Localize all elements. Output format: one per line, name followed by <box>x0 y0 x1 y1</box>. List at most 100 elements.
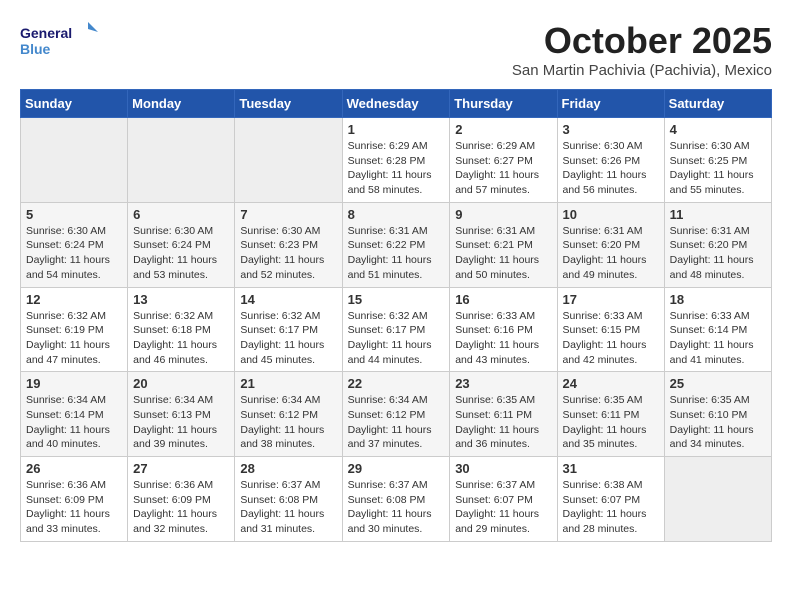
calendar-week-row: 26 Sunrise: 6:36 AM Sunset: 6:09 PM Dayli… <box>21 457 772 542</box>
day-number: 12 <box>26 292 122 307</box>
day-number: 17 <box>563 292 659 307</box>
day-number: 5 <box>26 207 122 222</box>
day-number: 21 <box>240 376 336 391</box>
day-number: 20 <box>133 376 229 391</box>
calendar-header-sunday: Sunday <box>21 90 128 118</box>
day-number: 28 <box>240 461 336 476</box>
calendar-cell: 9 Sunrise: 6:31 AM Sunset: 6:21 PM Daylig… <box>450 202 557 287</box>
day-info: Sunrise: 6:35 AM Sunset: 6:11 PM Dayligh… <box>563 393 659 452</box>
calendar-cell: 12 Sunrise: 6:32 AM Sunset: 6:19 PM Dayli… <box>21 287 128 372</box>
day-info: Sunrise: 6:32 AM Sunset: 6:19 PM Dayligh… <box>26 309 122 368</box>
calendar-header-monday: Monday <box>128 90 235 118</box>
calendar-cell: 31Sunrise: 6:38 AM Sunset: 6:07 PM Dayli… <box>557 457 664 542</box>
day-info: Sunrise: 6:35 AM Sunset: 6:10 PM Dayligh… <box>670 393 766 452</box>
day-number: 2 <box>455 122 551 137</box>
day-info: Sunrise: 6:36 AM Sunset: 6:09 PM Dayligh… <box>26 478 122 537</box>
day-info: Sunrise: 6:34 AM Sunset: 6:14 PM Dayligh… <box>26 393 122 452</box>
day-info: Sunrise: 6:37 AM Sunset: 6:08 PM Dayligh… <box>348 478 445 537</box>
calendar-cell: 18Sunrise: 6:33 AM Sunset: 6:14 PM Dayli… <box>664 287 771 372</box>
day-info: Sunrise: 6:32 AM Sunset: 6:18 PM Dayligh… <box>133 309 229 368</box>
day-number: 15 <box>348 292 445 307</box>
calendar-cell: 5Sunrise: 6:30 AM Sunset: 6:24 PM Daylig… <box>21 202 128 287</box>
day-number: 16 <box>455 292 551 307</box>
calendar-cell: 2 Sunrise: 6:29 AM Sunset: 6:27 PM Daylig… <box>450 118 557 203</box>
calendar-cell: 11 Sunrise: 6:31 AM Sunset: 6:20 PM Dayli… <box>664 202 771 287</box>
day-number: 13 <box>133 292 229 307</box>
calendar-week-row: 5 Sunrise: 6:30 AM Sunset: 6:24 PM Daylig… <box>21 202 772 287</box>
day-number: 26 <box>26 461 122 476</box>
day-info: Sunrise: 6:29 AM Sunset: 6:27 PM Dayligh… <box>455 139 551 198</box>
day-info: Sunrise: 6:31 AM Sunset: 6:20 PM Dayligh… <box>563 224 659 283</box>
day-number: 3 <box>563 122 659 137</box>
calendar-cell: 4 Sunrise: 6:30 AM Sunset: 6:25 PM Daylig… <box>664 118 771 203</box>
calendar-cell: 30 Sunrise: 6:37 AM Sunset: 6:07 PM Dayli… <box>450 457 557 542</box>
calendar-table: SundayMondayTuesdayWednesdayThursdayFrid… <box>20 89 772 542</box>
day-number: 6 <box>133 207 229 222</box>
location: San Martin Pachivia (Pachivia), Mexico <box>512 62 772 79</box>
calendar-cell: 29 Sunrise: 6:37 AM Sunset: 6:08 PM Dayli… <box>342 457 450 542</box>
calendar-week-row: 1Sunrise: 6:29 AM Sunset: 6:28 PM Daylig… <box>21 118 772 203</box>
day-number: 8 <box>348 207 445 222</box>
day-info: Sunrise: 6:35 AM Sunset: 6:11 PM Dayligh… <box>455 393 551 452</box>
day-info: Sunrise: 6:29 AM Sunset: 6:28 PM Dayligh… <box>348 139 445 198</box>
calendar-cell: 28 Sunrise: 6:37 AM Sunset: 6:08 PM Dayli… <box>235 457 342 542</box>
day-info: Sunrise: 6:30 AM Sunset: 6:25 PM Dayligh… <box>670 139 766 198</box>
day-info: Sunrise: 6:31 AM Sunset: 6:22 PM Dayligh… <box>348 224 445 283</box>
calendar-cell: 6 Sunrise: 6:30 AM Sunset: 6:24 PM Daylig… <box>128 202 235 287</box>
calendar-cell: 16 Sunrise: 6:33 AM Sunset: 6:16 PM Dayli… <box>450 287 557 372</box>
calendar-cell: 13 Sunrise: 6:32 AM Sunset: 6:18 PM Dayli… <box>128 287 235 372</box>
calendar-header-tuesday: Tuesday <box>235 90 342 118</box>
day-number: 14 <box>240 292 336 307</box>
calendar-cell <box>21 118 128 203</box>
calendar-cell: 8 Sunrise: 6:31 AM Sunset: 6:22 PM Daylig… <box>342 202 450 287</box>
calendar-week-row: 19 Sunrise: 6:34 AM Sunset: 6:14 PM Dayli… <box>21 372 772 457</box>
day-number: 30 <box>455 461 551 476</box>
calendar-cell: 10 Sunrise: 6:31 AM Sunset: 6:20 PM Dayli… <box>557 202 664 287</box>
calendar-cell <box>235 118 342 203</box>
day-number: 18 <box>670 292 766 307</box>
month-title: October 2025 <box>512 20 772 62</box>
day-number: 19 <box>26 376 122 391</box>
day-number: 27 <box>133 461 229 476</box>
calendar-cell: 26 Sunrise: 6:36 AM Sunset: 6:09 PM Dayli… <box>21 457 128 542</box>
calendar-header-wednesday: Wednesday <box>342 90 450 118</box>
calendar-header-saturday: Saturday <box>664 90 771 118</box>
day-number: 23 <box>455 376 551 391</box>
day-info: Sunrise: 6:30 AM Sunset: 6:26 PM Dayligh… <box>563 139 659 198</box>
calendar-cell: 19 Sunrise: 6:34 AM Sunset: 6:14 PM Dayli… <box>21 372 128 457</box>
day-info: Sunrise: 6:37 AM Sunset: 6:07 PM Dayligh… <box>455 478 551 537</box>
day-info: Sunrise: 6:34 AM Sunset: 6:12 PM Dayligh… <box>240 393 336 452</box>
day-number: 31 <box>563 461 659 476</box>
day-info: Sunrise: 6:33 AM Sunset: 6:16 PM Dayligh… <box>455 309 551 368</box>
calendar-cell: 3 Sunrise: 6:30 AM Sunset: 6:26 PM Daylig… <box>557 118 664 203</box>
day-info: Sunrise: 6:31 AM Sunset: 6:20 PM Dayligh… <box>670 224 766 283</box>
day-info: Sunrise: 6:32 AM Sunset: 6:17 PM Dayligh… <box>240 309 336 368</box>
calendar-cell: 15Sunrise: 6:32 AM Sunset: 6:17 PM Dayli… <box>342 287 450 372</box>
day-info: Sunrise: 6:30 AM Sunset: 6:24 PM Dayligh… <box>133 224 229 283</box>
day-number: 9 <box>455 207 551 222</box>
day-number: 29 <box>348 461 445 476</box>
calendar-cell: 14 Sunrise: 6:32 AM Sunset: 6:17 PM Dayli… <box>235 287 342 372</box>
calendar-header-friday: Friday <box>557 90 664 118</box>
day-number: 24 <box>563 376 659 391</box>
svg-text:Blue: Blue <box>20 41 51 57</box>
day-info: Sunrise: 6:37 AM Sunset: 6:08 PM Dayligh… <box>240 478 336 537</box>
logo: General Blue <box>20 20 100 60</box>
svg-text:General: General <box>20 25 72 41</box>
day-number: 10 <box>563 207 659 222</box>
calendar-cell: 25 Sunrise: 6:35 AM Sunset: 6:10 PM Dayli… <box>664 372 771 457</box>
day-info: Sunrise: 6:33 AM Sunset: 6:15 PM Dayligh… <box>563 309 659 368</box>
calendar-header-thursday: Thursday <box>450 90 557 118</box>
calendar-cell: 23 Sunrise: 6:35 AM Sunset: 6:11 PM Dayli… <box>450 372 557 457</box>
calendar-cell: 7Sunrise: 6:30 AM Sunset: 6:23 PM Daylig… <box>235 202 342 287</box>
calendar-cell: 1Sunrise: 6:29 AM Sunset: 6:28 PM Daylig… <box>342 118 450 203</box>
day-info: Sunrise: 6:36 AM Sunset: 6:09 PM Dayligh… <box>133 478 229 537</box>
day-number: 7 <box>240 207 336 222</box>
day-number: 4 <box>670 122 766 137</box>
calendar-week-row: 12 Sunrise: 6:32 AM Sunset: 6:19 PM Dayli… <box>21 287 772 372</box>
day-number: 11 <box>670 207 766 222</box>
day-number: 25 <box>670 376 766 391</box>
day-info: Sunrise: 6:31 AM Sunset: 6:21 PM Dayligh… <box>455 224 551 283</box>
calendar-cell: 24 Sunrise: 6:35 AM Sunset: 6:11 PM Dayli… <box>557 372 664 457</box>
calendar-cell: 27 Sunrise: 6:36 AM Sunset: 6:09 PM Dayli… <box>128 457 235 542</box>
